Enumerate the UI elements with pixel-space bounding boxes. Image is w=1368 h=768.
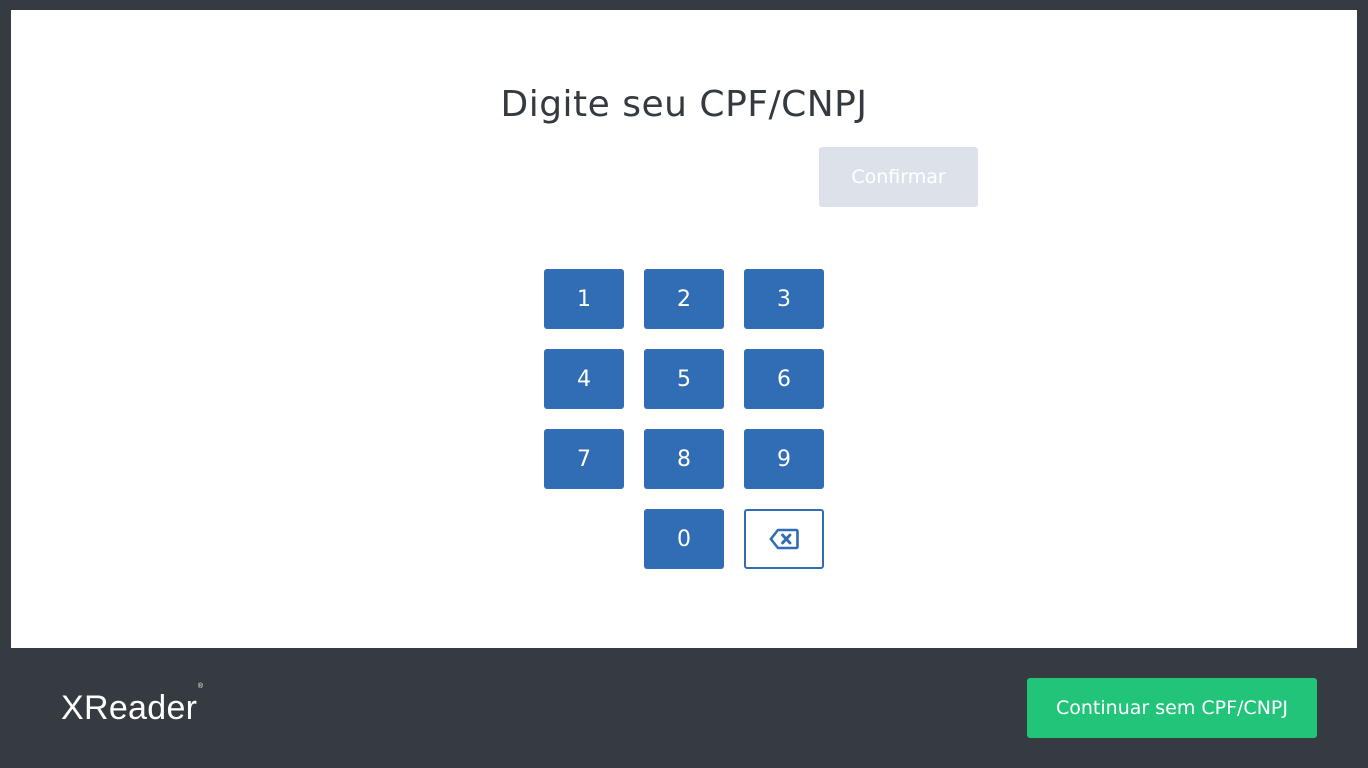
cpf-input-row: Confirmar <box>401 147 989 209</box>
logo-text: XReader <box>61 689 198 727</box>
backspace-button[interactable] <box>744 509 824 569</box>
continue-without-cpf-button[interactable]: Continuar sem CPF/CNPJ <box>1027 678 1317 738</box>
registered-mark: ® <box>197 683 204 690</box>
key-5[interactable]: 5 <box>644 349 724 409</box>
key-7[interactable]: 7 <box>544 429 624 489</box>
key-6[interactable]: 6 <box>744 349 824 409</box>
numeric-keypad: 1 2 3 4 5 6 7 8 9 0 <box>544 269 824 569</box>
key-8[interactable]: 8 <box>644 429 724 489</box>
backspace-icon <box>769 528 799 550</box>
xreader-logo: XReader ® <box>61 683 203 728</box>
key-4[interactable]: 4 <box>544 349 624 409</box>
key-1[interactable]: 1 <box>544 269 624 329</box>
key-3[interactable]: 3 <box>744 269 824 329</box>
footer: XReader ® Continuar sem CPF/CNPJ <box>0 648 1368 768</box>
confirm-button[interactable]: Confirmar <box>819 147 978 207</box>
page-title: Digite seu CPF/CNPJ <box>500 84 868 125</box>
key-0[interactable]: 0 <box>644 509 724 569</box>
key-2[interactable]: 2 <box>644 269 724 329</box>
main-card: Digite seu CPF/CNPJ Confirmar 1 2 3 4 5 … <box>11 10 1357 648</box>
key-9[interactable]: 9 <box>744 429 824 489</box>
cpf-input[interactable] <box>401 147 805 209</box>
